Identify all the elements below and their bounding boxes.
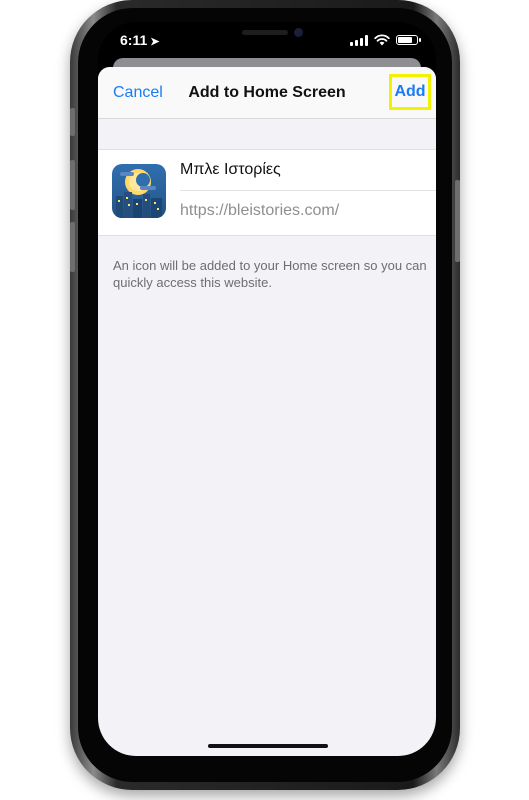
volume-down-button (70, 222, 75, 272)
bookmark-name: Μπλε Ιστορίες (180, 161, 281, 178)
location-arrow-icon: ➤ (150, 36, 160, 48)
bleistories-app-icon (112, 164, 166, 218)
bookmark-details: Μπλε Ιστορίες https://bleistories.com/ (98, 149, 436, 236)
battery-fill (398, 37, 412, 43)
home-indicator[interactable] (208, 744, 328, 748)
status-time: 6:11 ➤ (120, 32, 159, 48)
earpiece-speaker (242, 30, 288, 35)
notch (190, 22, 344, 52)
sheet-title: Add to Home Screen (188, 84, 346, 101)
front-camera (294, 28, 303, 37)
phone-screen: 6:11 ➤ Cancel Add to Home Screen Add Μπλ… (98, 22, 436, 756)
time-text: 6:11 (120, 32, 148, 48)
navigation-bar: Cancel Add to Home Screen Add (98, 67, 436, 119)
silent-switch (70, 108, 75, 136)
hint-text: An icon will be added to your Home scree… (113, 258, 427, 290)
add-to-home-sheet: Cancel Add to Home Screen Add Μπλε Ιστορ… (98, 67, 436, 756)
bookmark-name-field[interactable]: Μπλε Ιστορίες (180, 150, 436, 191)
battery-icon (396, 35, 421, 45)
status-icons (350, 34, 421, 46)
bookmark-url: https://bleistories.com/ (180, 202, 340, 219)
volume-up-button (70, 160, 75, 210)
add-button[interactable]: Add (389, 74, 431, 110)
cellular-signal-icon (350, 34, 368, 46)
wifi-icon (374, 34, 390, 46)
power-button (455, 180, 460, 262)
